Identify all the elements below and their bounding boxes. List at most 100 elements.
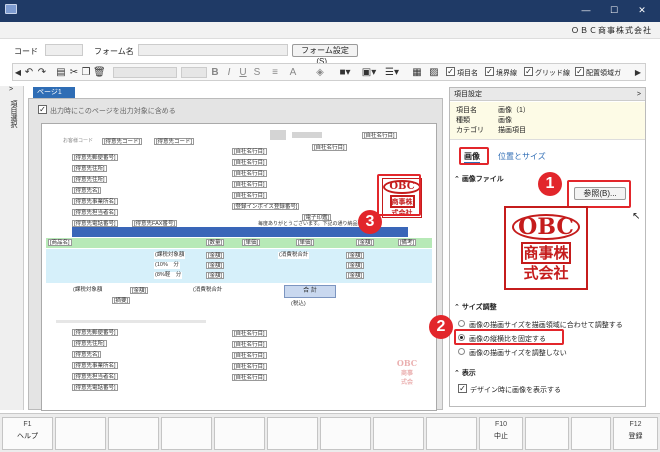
- field-tax10-amt[interactable]: [金額]: [206, 262, 225, 269]
- field-person-2[interactable]: [得意先担当者名]: [72, 373, 118, 380]
- field-company1-2[interactable]: [自社名行目]: [232, 330, 267, 337]
- field-qty[interactable]: [数量]: [206, 239, 225, 246]
- field-fax[interactable]: [得意先FAX番号]: [132, 220, 177, 227]
- field-taxable2[interactable]: [金額]: [130, 287, 149, 294]
- field-doc-stamp[interactable]: [電子印鑑]: [302, 214, 332, 221]
- field-company4[interactable]: [自社名行目]: [232, 181, 267, 188]
- field-customer-addr2[interactable]: [得意先住所]: [72, 176, 107, 183]
- maximize-icon[interactable]: ☐: [604, 6, 624, 15]
- close-icon[interactable]: ✕: [632, 6, 652, 15]
- line-style-icon[interactable]: ▣▾: [359, 66, 379, 79]
- form-settings-button[interactable]: フォーム設定(S)...: [292, 44, 358, 66]
- side-tab[interactable]: > 項目選択: [0, 86, 24, 410]
- fkey-f11b[interactable]: [571, 417, 611, 450]
- field-price[interactable]: [単価]: [296, 239, 315, 246]
- line-width-icon[interactable]: ☰▾: [383, 66, 401, 79]
- field-company2[interactable]: [自社名行目]: [232, 159, 267, 166]
- fkey-f2[interactable]: [55, 417, 106, 450]
- checkbox-grid[interactable]: ✓: [524, 67, 533, 76]
- field-item-name[interactable]: [商品名]: [48, 239, 72, 246]
- field-memo[interactable]: [摘要]: [112, 297, 131, 304]
- radio-fit-area[interactable]: [458, 320, 465, 327]
- minimize-icon[interactable]: —: [576, 6, 596, 15]
- field-company3-2[interactable]: [自社名行目]: [232, 352, 267, 359]
- field-remarks[interactable]: [備考]: [398, 239, 417, 246]
- tab-position-size[interactable]: 位置とサイズ: [498, 151, 546, 162]
- field-tax8-amt[interactable]: [金額]: [206, 272, 225, 279]
- field-tax-amt2[interactable]: [金額]: [346, 262, 365, 269]
- border-color-icon[interactable]: ■▾: [335, 66, 355, 79]
- strikethrough-icon[interactable]: S: [251, 66, 263, 79]
- paste-icon[interactable]: ▤: [55, 66, 67, 79]
- field-amount[interactable]: [金額]: [356, 239, 375, 246]
- checkbox-layout-guide[interactable]: ✓: [575, 67, 584, 76]
- field-customer-addr-2[interactable]: [得意先住所]: [72, 340, 107, 347]
- text-color-icon[interactable]: A: [287, 66, 299, 79]
- field-customer-code2[interactable]: [得意先コード]: [154, 138, 195, 145]
- print-include-checkbox[interactable]: ✓: [38, 105, 47, 114]
- field-tax-amt3[interactable]: [金額]: [346, 272, 365, 279]
- toolbar-left-arrow[interactable]: ◀: [14, 66, 22, 79]
- fkey-f5[interactable]: [214, 417, 265, 450]
- fkey-f12[interactable]: F12 登録: [613, 417, 658, 450]
- bold-icon[interactable]: B: [209, 66, 221, 79]
- fkey-f4[interactable]: [161, 417, 212, 450]
- font-select[interactable]: [113, 67, 177, 78]
- display-checkbox[interactable]: ✓: [458, 384, 467, 393]
- redo-icon[interactable]: ↷: [36, 66, 48, 79]
- copy-icon[interactable]: ❐: [80, 66, 92, 79]
- field-company2-2[interactable]: [自社名行目]: [232, 341, 267, 348]
- checkbox-item-name[interactable]: ✓: [446, 67, 455, 76]
- detail-row[interactable]: [商品名] [数量] [単価] [単価] [金額] [備考]: [46, 238, 432, 248]
- checkbox-border[interactable]: ✓: [485, 67, 494, 76]
- field-customer-code[interactable]: [得意先コード]: [102, 138, 143, 145]
- undo-icon[interactable]: ↶: [23, 66, 35, 79]
- option-no-resize[interactable]: 画像の描画サイズを調整しない: [469, 348, 567, 358]
- field-taxable-amt[interactable]: [金額]: [206, 252, 225, 259]
- field-tel[interactable]: [得意先電話番号]: [72, 220, 118, 227]
- fkey-f1[interactable]: F1 ヘルプ: [2, 417, 53, 450]
- field-company5[interactable]: [自社名行目]: [232, 192, 267, 199]
- field-customer-addr1[interactable]: [得意先住所]: [72, 165, 107, 172]
- fkey-f8[interactable]: [373, 417, 424, 450]
- field-customer-zip-2[interactable]: [得意先郵便番号]: [72, 329, 118, 336]
- image-item-icon[interactable]: ▨: [428, 66, 440, 79]
- section-size-adjust[interactable]: ⌃ サイズ調整: [454, 302, 497, 312]
- fkey-f11[interactable]: [525, 417, 569, 450]
- fill-icon[interactable]: ◈: [313, 66, 327, 79]
- cut-icon[interactable]: ✂: [68, 66, 80, 79]
- field-tax-amt[interactable]: [金額]: [346, 252, 365, 259]
- field-company4-2[interactable]: [自社名行目]: [232, 363, 267, 370]
- field-customer-name[interactable]: [得意先名]: [72, 187, 102, 194]
- tab-page1[interactable]: ページ1: [33, 87, 75, 98]
- field-company5-2[interactable]: [自社名行目]: [232, 374, 267, 381]
- section-image-file[interactable]: ⌃ 画像ファイル: [454, 174, 504, 184]
- align-icon[interactable]: ≡: [269, 66, 281, 79]
- fkey-f3[interactable]: [108, 417, 159, 450]
- field-person[interactable]: [得意先担当者名]: [72, 209, 118, 216]
- total-box[interactable]: 合 計: [284, 285, 336, 298]
- field-company3[interactable]: [自社名行目]: [232, 170, 267, 177]
- field-dept-2[interactable]: [得意先事業所名]: [72, 362, 118, 369]
- font-size-select[interactable]: [181, 67, 207, 78]
- field-header-right[interactable]: [自社名行目]: [312, 144, 347, 151]
- delete-icon[interactable]: 🗑: [93, 66, 106, 79]
- fkey-f6[interactable]: [267, 417, 318, 450]
- field-customer-name-2[interactable]: [得意先名]: [72, 351, 102, 358]
- field-page-no[interactable]: [自社名行目]: [362, 132, 397, 139]
- fkey-f10[interactable]: F10 中止: [479, 417, 523, 450]
- field-unit[interactable]: [単価]: [242, 239, 261, 246]
- fkey-f9[interactable]: [426, 417, 477, 450]
- code-field[interactable]: [45, 44, 83, 56]
- text-item-icon[interactable]: ▦: [411, 66, 423, 79]
- italic-icon[interactable]: I: [223, 66, 235, 79]
- expand-arrow-icon[interactable]: >: [9, 86, 13, 93]
- field-dept[interactable]: [得意先事業所名]: [72, 198, 118, 205]
- field-invoice-reg[interactable]: [登録インボイス登録番号]: [232, 203, 300, 210]
- form-name-field[interactable]: [138, 44, 288, 56]
- radio-no-resize[interactable]: [458, 348, 465, 355]
- field-company1[interactable]: [自社名行目]: [232, 148, 267, 155]
- panel-collapse-icon[interactable]: >: [637, 88, 641, 101]
- field-tel-2[interactable]: [得意先電話番号]: [72, 384, 118, 391]
- field-customer-zip[interactable]: [得意先郵便番号]: [72, 154, 118, 161]
